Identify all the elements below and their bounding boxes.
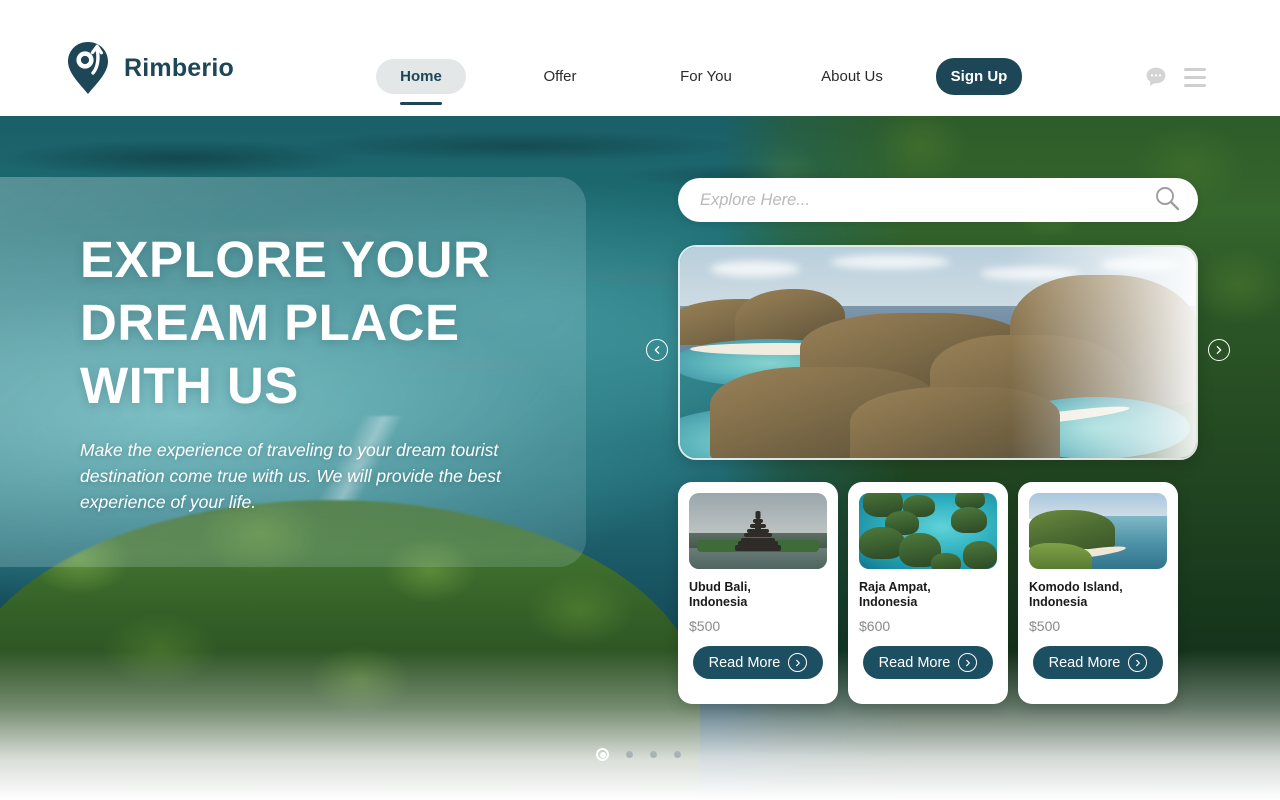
hero-headline: Explore Your Dream Place With Us [80,231,491,414]
nav-item-home[interactable]: Home [376,59,466,105]
main-navigation: Home Offer For You About Us Sign Up [376,58,1022,105]
carousel-pagination [596,748,681,761]
pagination-dot[interactable] [626,751,633,758]
site-header: Rimberio Home Offer For You About Us Sig… [0,0,1280,116]
card-image-raja-ampat [859,493,997,569]
destination-card[interactable]: Raja Ampat, Indonesia $600 Read More [848,482,1008,704]
destination-card[interactable]: Komodo Island, Indonesia $500 Read More [1018,482,1178,704]
card-title: Komodo Island, Indonesia [1029,580,1123,609]
search-icon[interactable] [1154,185,1180,216]
read-more-label: Read More [708,654,781,671]
read-more-label: Read More [878,654,951,671]
read-more-button[interactable]: Read More [693,646,823,679]
card-title: Ubud Bali, Indonesia [689,580,751,609]
pagination-dot[interactable] [674,751,681,758]
read-more-label: Read More [1048,654,1121,671]
card-title: Raja Ampat, Indonesia [859,580,931,609]
destination-carousel-slide[interactable] [678,245,1198,460]
card-price: $500 [689,618,721,634]
read-more-button[interactable]: Read More [1033,646,1163,679]
search-input[interactable] [700,190,1154,210]
location-pin-arrow-logo-icon [66,40,110,96]
card-price: $600 [859,618,891,634]
card-image-ubud-bali [689,493,827,569]
search-bar[interactable] [678,178,1198,222]
nav-item-for-you[interactable]: For You [656,59,756,94]
chat-bubble-icon[interactable] [1145,66,1167,88]
padar-island-image [680,247,1196,458]
nav-active-underline [400,102,442,105]
pagination-dot[interactable] [650,751,657,758]
circle-chevron-right-icon [788,653,808,672]
circle-chevron-right-icon [958,653,978,672]
hamburger-menu-icon[interactable] [1184,67,1206,87]
header-icon-group [1145,66,1206,88]
circle-chevron-right-icon [1128,653,1148,672]
card-image-komodo-island [1029,493,1167,569]
nav-item-about-us[interactable]: About Us [802,59,902,94]
pagination-dot-active[interactable] [596,748,609,761]
carousel-prev-button[interactable] [646,339,668,361]
brand-logo[interactable]: Rimberio [66,40,234,96]
carousel-next-button[interactable] [1208,339,1230,361]
nav-item-offer[interactable]: Offer [510,59,610,94]
card-price: $500 [1029,618,1061,634]
hero-subtext: Make the experience of traveling to your… [80,440,501,512]
chevron-left-icon [654,346,660,354]
chevron-right-icon [1216,346,1222,354]
brand-name: Rimberio [124,53,234,82]
destination-card[interactable]: Ubud Bali, Indonesia $500 Read More [678,482,838,704]
read-more-button[interactable]: Read More [863,646,993,679]
destination-card-list: Ubud Bali, Indonesia $500 Read More Raja… [678,482,1178,704]
signup-button[interactable]: Sign Up [936,58,1022,95]
